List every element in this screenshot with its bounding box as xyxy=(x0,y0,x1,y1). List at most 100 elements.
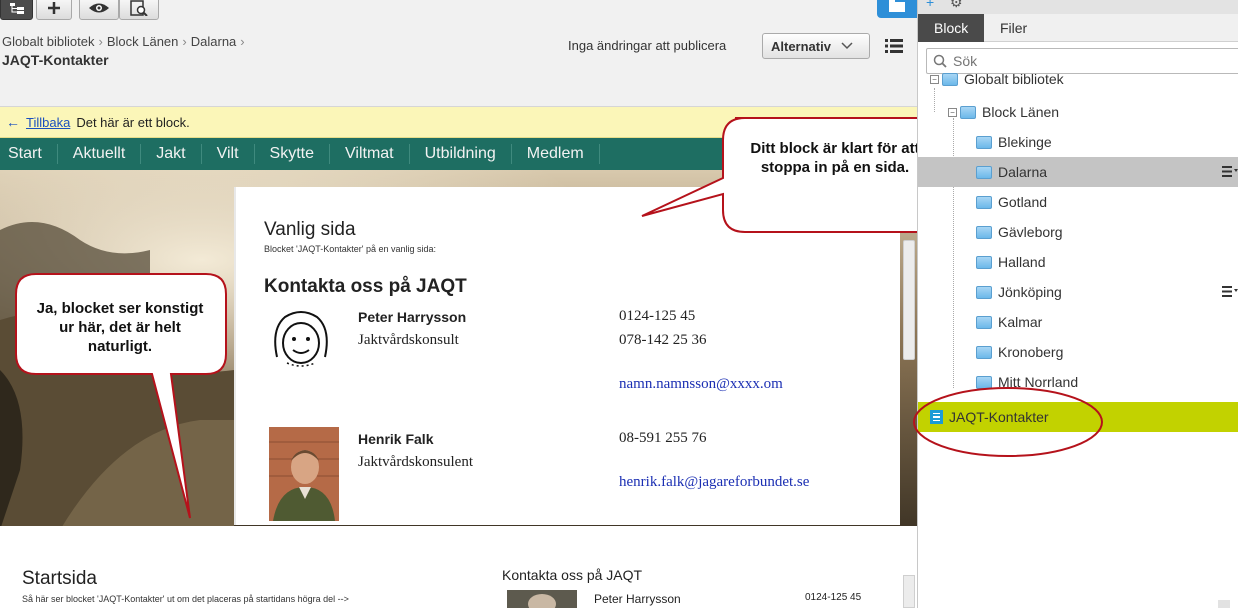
collapse-icon[interactable]: − xyxy=(930,74,939,84)
contact-name: Peter Harrysson xyxy=(358,309,467,325)
gear-icon[interactable]: ⚙ xyxy=(950,0,963,11)
breadcrumb-item[interactable]: Dalarna xyxy=(191,34,237,49)
preview-scrollbar[interactable] xyxy=(903,240,915,360)
tree-item-label: Halland xyxy=(998,254,1046,270)
folder-icon xyxy=(976,135,992,149)
tree-item-folder[interactable]: Blekinge xyxy=(918,127,1238,157)
alternatives-dropdown[interactable]: Alternativ xyxy=(762,33,870,59)
add-icon[interactable]: + xyxy=(926,0,934,10)
alternatives-label: Alternativ xyxy=(771,38,831,54)
page-type-heading: Vanlig sida xyxy=(264,219,356,240)
context-menu-icon[interactable] xyxy=(1222,166,1238,177)
folder-icon xyxy=(976,225,992,239)
contact-phone: 08-591 255 76 xyxy=(619,430,707,446)
contact-role: Jaktvårdskonsult xyxy=(358,332,459,348)
editor-toolbar: Globalt bibliotek › Block Länen › Dalarna ›… xyxy=(0,0,917,107)
plus-icon xyxy=(48,2,60,14)
panel-toggle-button[interactable] xyxy=(877,0,917,18)
nav-item[interactable]: Medlem xyxy=(519,144,600,164)
folder-icon xyxy=(976,285,992,299)
folder-icon xyxy=(976,315,992,329)
folder-icon xyxy=(889,0,905,12)
arrow-left-icon[interactable]: ← xyxy=(6,114,20,130)
back-link[interactable]: Tillbaka xyxy=(26,115,70,130)
publish-status: Inga ändringar att publicera xyxy=(568,38,727,53)
compare-button[interactable] xyxy=(119,0,159,20)
tree-item-label: Kalmar xyxy=(998,314,1043,330)
panel-header: + ⚙ xyxy=(918,0,1238,14)
folder-icon xyxy=(976,165,992,179)
contact-email[interactable]: henrik.falk@jagareforbundet.se xyxy=(619,474,809,491)
tree-item-folder-selected[interactable]: Dalarna xyxy=(918,157,1238,187)
nav-item[interactable]: Viltmat xyxy=(337,144,410,164)
tree-item-root[interactable]: − Globalt bibliotek xyxy=(918,68,1238,90)
nav-item[interactable]: Utbildning xyxy=(417,144,512,164)
search-icon xyxy=(933,54,947,68)
search-input[interactable] xyxy=(953,53,1223,69)
nav-item[interactable]: Vilt xyxy=(209,144,255,164)
cms-window: Globalt bibliotek › Block Länen › Dalarna ›… xyxy=(0,0,1238,608)
folder-icon xyxy=(942,72,958,86)
contact-email[interactable]: namn.namnsson@xxxx.om xyxy=(619,376,783,393)
tab-filer[interactable]: Filer xyxy=(984,14,1043,42)
folder-icon xyxy=(976,195,992,209)
tree-item-label: Dalarna xyxy=(998,164,1048,180)
contact-photo xyxy=(507,590,577,608)
tree-item-folder[interactable]: Kalmar xyxy=(918,307,1238,337)
nav-item[interactable]: Aktuellt xyxy=(65,144,142,164)
nav-item[interactable]: Start xyxy=(0,144,58,164)
contact-phone: 078-142 25 36 xyxy=(619,332,707,348)
page-title: JAQT-Kontakter xyxy=(2,52,109,68)
breadcrumb-item[interactable]: Block Länen xyxy=(107,34,179,49)
tree-item-folder[interactable]: Halland xyxy=(918,247,1238,277)
context-menu-icon[interactable] xyxy=(1222,286,1238,297)
tree-item-folder[interactable]: Gotland xyxy=(918,187,1238,217)
startpage-preview: Startsida Så här ser blocket 'JAQT-Konta… xyxy=(0,526,917,608)
tree-item-folder[interactable]: Gävleborg xyxy=(918,217,1238,247)
contacts-heading: Kontakta oss på JAQT xyxy=(264,276,467,297)
list-view-icon[interactable] xyxy=(884,37,904,55)
contact-name: Henrik Falk xyxy=(358,431,434,447)
folder-icon xyxy=(960,105,976,119)
tree-toggle-button[interactable] xyxy=(0,0,33,20)
chevron-down-icon xyxy=(841,42,853,50)
tree-item-label: Jönköping xyxy=(998,284,1062,300)
tab-block[interactable]: Block xyxy=(918,14,985,42)
contact-phone: 0124-125 45 xyxy=(619,308,696,324)
preview-button[interactable] xyxy=(79,0,119,20)
contact-name: Peter Harrysson xyxy=(594,592,681,606)
contact-photo xyxy=(269,427,339,521)
tree-item-folder[interactable]: Kronoberg xyxy=(918,337,1238,367)
collapse-icon[interactable]: − xyxy=(948,107,957,117)
preview-caption: Så här ser blocket 'JAQT-Kontakter' ut o… xyxy=(22,594,349,604)
avatar-sketch xyxy=(274,311,328,367)
page-type-heading: Startsida xyxy=(22,568,97,589)
tree-item-label: Block Länen xyxy=(982,104,1060,120)
add-button[interactable] xyxy=(36,0,72,20)
tree-item-group[interactable]: − Block Länen xyxy=(918,97,1238,127)
breadcrumb-item[interactable]: Globalt bibliotek xyxy=(2,34,95,49)
tree-item-label: Kronoberg xyxy=(998,344,1064,360)
contact-phone: 0124-125 45 xyxy=(805,592,862,603)
tree-item-label: Blekinge xyxy=(998,134,1052,150)
chevron-right-icon: › xyxy=(240,34,245,49)
tree-icon xyxy=(9,3,24,14)
panel-scrollbar[interactable] xyxy=(1218,600,1230,608)
chevron-right-icon: › xyxy=(98,34,103,49)
highlight-ellipse xyxy=(913,387,1103,457)
nav-item[interactable]: Jakt xyxy=(148,144,202,164)
tree-item-label: Gävleborg xyxy=(998,224,1063,240)
chevron-right-icon: › xyxy=(182,34,187,49)
folder-icon xyxy=(976,255,992,269)
editor-pane: Globalt bibliotek › Block Länen › Dalarna ›… xyxy=(0,0,917,608)
eye-icon xyxy=(89,3,109,13)
compare-icon xyxy=(130,0,148,16)
page-scrollbar[interactable] xyxy=(903,575,915,608)
breadcrumb: Globalt bibliotek › Block Länen › Dalarna › xyxy=(2,34,245,49)
panel-tabs: Block Filer xyxy=(918,14,1238,42)
callout-text-right: Ditt block är klart för att stoppa in på… xyxy=(750,140,917,176)
tree-item-folder[interactable]: Jönköping xyxy=(918,277,1238,307)
nav-item[interactable]: Skytte xyxy=(262,144,331,164)
assets-panel: + ⚙ Block Filer − Globalt bibliotek − Bl… xyxy=(917,0,1238,608)
callout-text-left: Ja, blocket ser konstigt ur här, det är … xyxy=(36,300,204,355)
